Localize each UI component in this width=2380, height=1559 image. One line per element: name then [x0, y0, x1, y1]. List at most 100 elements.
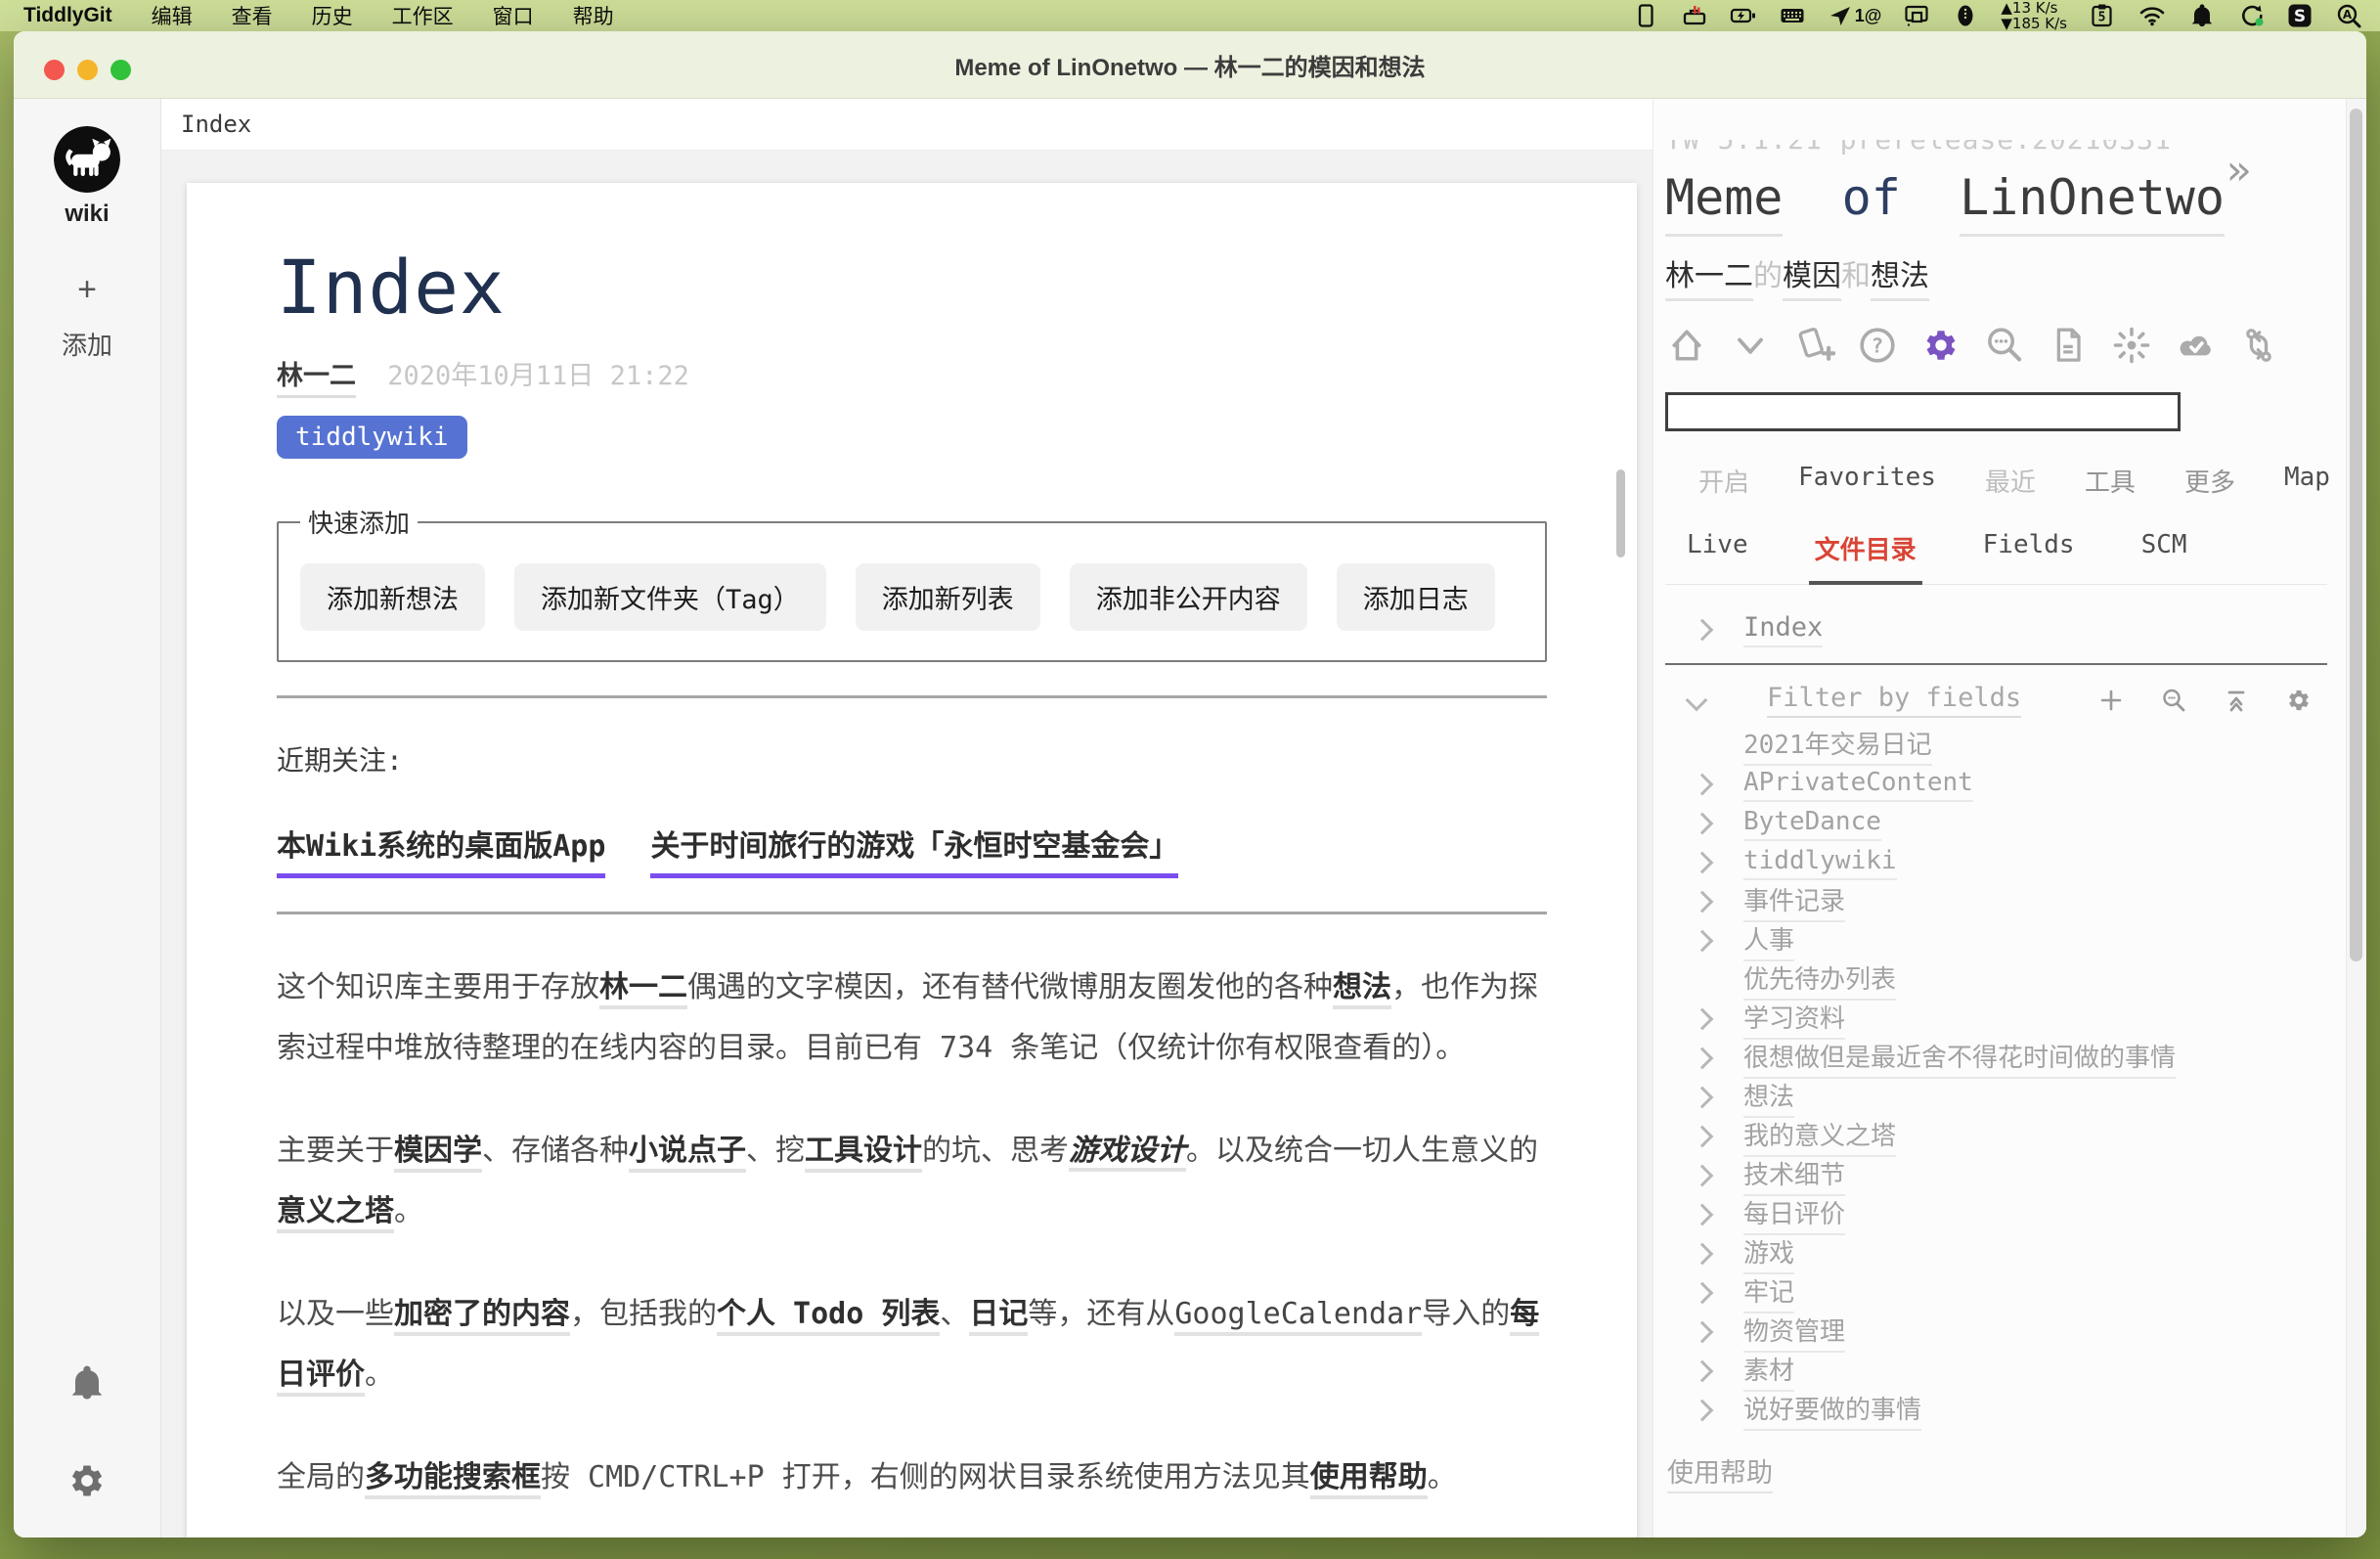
- chevron-right-icon[interactable]: [1692, 1282, 1714, 1305]
- sidebar-tab[interactable]: 工具: [2085, 463, 2136, 499]
- zoom-window-button[interactable]: [110, 60, 131, 80]
- chevron-right-icon[interactable]: [1692, 852, 1714, 874]
- chevron-down-icon[interactable]: [1686, 690, 1708, 712]
- keyboard-icon[interactable]: [1779, 2, 1806, 29]
- cloud-save-icon[interactable]: [2174, 324, 2217, 367]
- tree-item[interactable]: 素材: [1665, 1352, 2327, 1391]
- tree-item[interactable]: 我的意义之塔: [1665, 1117, 2327, 1156]
- tree-item[interactable]: 牢记: [1665, 1273, 2327, 1313]
- home-icon[interactable]: [1665, 324, 1708, 367]
- workspace-avatar[interactable]: [54, 126, 120, 193]
- featured-link[interactable]: 本Wiki系统的桌面版App: [277, 822, 605, 878]
- sidebar-tab[interactable]: Favorites: [1798, 463, 1936, 499]
- tree-item-label[interactable]: 牢记: [1743, 1272, 1794, 1314]
- tree-item-label[interactable]: 说好要做的事情: [1743, 1390, 1921, 1431]
- tree-item[interactable]: 学习资料: [1665, 1000, 2327, 1039]
- add-workspace-icon[interactable]: +: [14, 271, 160, 309]
- tree-item-label[interactable]: 学习资料: [1743, 999, 1845, 1040]
- tree-root-row[interactable]: Index: [1665, 610, 2327, 649]
- collapse-top-icon[interactable]: [2222, 686, 2251, 715]
- sidebar-tab[interactable]: Live: [1687, 530, 1748, 566]
- main-scrollbar-thumb[interactable]: [1616, 469, 1625, 557]
- network-speed[interactable]: ▲13 K/s ▼185 K/s: [2001, 0, 2067, 31]
- sidebar-tab[interactable]: Fields: [1983, 530, 2075, 566]
- menu-item[interactable]: 历史: [312, 1, 353, 30]
- search-icon[interactable]: A: [2335, 2, 2362, 29]
- git-sync-icon[interactable]: [2237, 324, 2280, 367]
- sidebar-tab[interactable]: 更多: [2184, 463, 2235, 499]
- menu-item[interactable]: 帮助: [573, 1, 614, 30]
- display-icon[interactable]: [1632, 2, 1659, 29]
- preferences-gear-icon[interactable]: [65, 1458, 110, 1503]
- tree-item[interactable]: 很想做但是最近舍不得花时间做的事情: [1665, 1039, 2327, 1078]
- menu-app-name[interactable]: TiddlyGit: [23, 4, 112, 27]
- sync-status-icon[interactable]: [2237, 2, 2265, 29]
- tree-item-label[interactable]: 事件记录: [1743, 881, 1845, 922]
- chevron-right-icon[interactable]: [1692, 1400, 1714, 1422]
- help-icon[interactable]: ?: [1856, 324, 1899, 367]
- chevron-right-icon[interactable]: [1692, 1087, 1714, 1109]
- location-status[interactable]: 1@: [1828, 3, 1882, 28]
- settings-gear-icon[interactable]: [1919, 324, 1962, 367]
- tree-root-label[interactable]: Index: [1743, 612, 1823, 647]
- tree-item-label[interactable]: 2021年交易日记: [1743, 725, 1932, 766]
- tree-item[interactable]: 每日评价: [1665, 1195, 2327, 1234]
- add-workspace-label[interactable]: 添加: [14, 326, 160, 362]
- tree-item-label[interactable]: 技术细节: [1743, 1155, 1845, 1196]
- chevron-right-icon[interactable]: [1692, 930, 1714, 953]
- sidebar-tab[interactable]: 最近: [1985, 463, 2036, 499]
- tree-item[interactable]: 优先待办列表: [1665, 960, 2327, 1000]
- tree-item-label[interactable]: 人事: [1743, 920, 1794, 961]
- screen-mirroring-icon[interactable]: [1903, 2, 1930, 29]
- sidebar-tab[interactable]: SCM: [2141, 530, 2187, 566]
- tree-item[interactable]: 2021年交易日记: [1665, 726, 2327, 765]
- tree-item-label[interactable]: 想法: [1743, 1077, 1794, 1118]
- new-tiddler-icon[interactable]: [1792, 324, 1835, 367]
- theme-brightness-icon[interactable]: [2110, 324, 2153, 367]
- chevron-right-icon[interactable]: [1692, 1008, 1714, 1031]
- tree-item[interactable]: 物资管理: [1665, 1313, 2327, 1352]
- wifi-icon[interactable]: [2138, 2, 2167, 29]
- open-document-icon[interactable]: [2047, 324, 2090, 367]
- quick-add-button[interactable]: 添加新文件夹（Tag）: [514, 563, 826, 631]
- chevron-right-icon[interactable]: [1692, 774, 1714, 796]
- sidebar-search-input[interactable]: [1665, 392, 2181, 431]
- chevron-right-icon[interactable]: [1692, 1204, 1714, 1226]
- minimize-window-button[interactable]: [77, 60, 98, 80]
- tree-item[interactable]: 事件记录: [1665, 882, 2327, 921]
- chevron-right-icon[interactable]: [1692, 891, 1714, 913]
- mouse-icon[interactable]: [1952, 2, 1979, 29]
- sidebar-tab[interactable]: 开启: [1698, 463, 1749, 499]
- tree-item[interactable]: 技术细节: [1665, 1156, 2327, 1195]
- add-icon[interactable]: [2096, 686, 2126, 715]
- tree-item-label[interactable]: 很想做但是最近舍不得花时间做的事情: [1743, 1038, 2176, 1079]
- quick-add-button[interactable]: 添加新列表: [856, 563, 1040, 631]
- tree-item[interactable]: tiddlywiki: [1665, 843, 2327, 882]
- menu-item[interactable]: 窗口: [493, 1, 534, 30]
- chevron-right-icon[interactable]: [1692, 1165, 1714, 1187]
- tree-item-label[interactable]: 游戏: [1743, 1233, 1794, 1274]
- zoom-search-icon[interactable]: [2159, 686, 2188, 715]
- menu-item[interactable]: 编辑: [152, 1, 193, 30]
- quick-add-button[interactable]: 添加新想法: [300, 563, 485, 631]
- usage-help-link[interactable]: 使用帮助: [1667, 1458, 1773, 1493]
- menu-item[interactable]: 查看: [232, 1, 273, 30]
- chevron-right-icon[interactable]: [1692, 1321, 1714, 1344]
- sidebar-scrollbar-track[interactable]: [2346, 99, 2366, 1537]
- tree-item-label[interactable]: 每日评价: [1743, 1194, 1845, 1235]
- author-link[interactable]: 林一二: [277, 361, 356, 398]
- notifications-bell-icon[interactable]: [66, 1362, 108, 1403]
- notifications-bell-icon[interactable]: [2188, 2, 2216, 29]
- tree-item-label[interactable]: tiddlywiki: [1743, 846, 1897, 880]
- fold-all-chevron-down-icon[interactable]: [1729, 324, 1772, 367]
- hide-sidebar-chevrons-icon[interactable]: »: [2226, 150, 2251, 191]
- chevron-right-icon[interactable]: [1692, 1243, 1714, 1266]
- tree-item[interactable]: 想法: [1665, 1078, 2327, 1117]
- tree-item-label[interactable]: 素材: [1743, 1351, 1794, 1392]
- close-window-button[interactable]: [44, 60, 65, 80]
- tree-settings-gear-icon[interactable]: [2284, 686, 2314, 715]
- tag-pill[interactable]: tiddlywiki: [277, 416, 467, 459]
- tree-item[interactable]: ByteDance: [1665, 804, 2327, 843]
- tree-item-label[interactable]: APrivateContent: [1743, 768, 1973, 802]
- advanced-search-icon[interactable]: [1983, 324, 2026, 367]
